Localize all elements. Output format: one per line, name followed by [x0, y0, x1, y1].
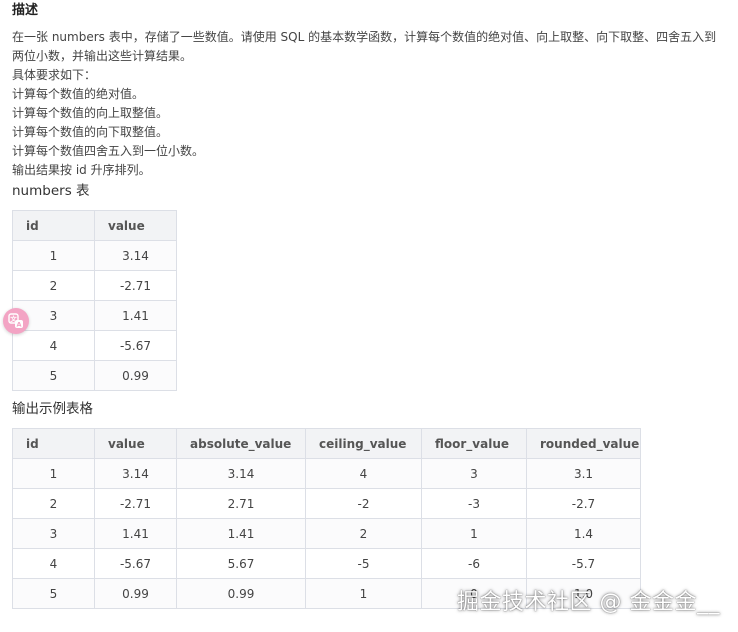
cell-rounded-value: -5.7: [526, 548, 641, 579]
output-table: id value absolute_value ceiling_value fl…: [12, 428, 641, 609]
cell-value: -2.71: [94, 270, 177, 301]
column-header-id: id: [12, 210, 95, 241]
table-header-row: id value absolute_value ceiling_value fl…: [12, 428, 641, 459]
cell-floor-value: 3: [421, 458, 527, 489]
svg-text:A: A: [16, 321, 21, 329]
table-header-row: id value: [12, 210, 177, 241]
table-row: 3 1.41 1.41 2 1 1.4: [12, 518, 641, 549]
cell-ceiling-value: 4: [305, 458, 422, 489]
requirement-item: 计算每个数值四舍五入到一位小数。: [12, 144, 205, 158]
cell-absolute-value: 1.41: [176, 518, 306, 549]
column-header-rounded-value: rounded_value: [526, 428, 641, 459]
cell-ceiling-value: 1: [305, 578, 422, 609]
cell-id: 1: [12, 458, 95, 489]
cell-value: 0.99: [94, 360, 177, 391]
table-row: 1 3.14 3.14 4 3 3.1: [12, 458, 641, 489]
cell-ceiling-value: -2: [305, 488, 422, 519]
watermark-text: 掘金技术社区 @ 金金金__: [457, 590, 720, 615]
column-header-value: value: [94, 210, 177, 241]
requirement-item: 计算每个数值的绝对值。: [12, 87, 145, 101]
cell-id: 4: [12, 330, 95, 361]
column-header-id: id: [12, 428, 95, 459]
table-row: 4 -5.67 5.67 -5 -6 -5.7: [12, 548, 641, 579]
table-row: 5 0.99: [12, 360, 177, 391]
requirement-item: 输出结果按 id 升序排列。: [12, 163, 151, 177]
cell-value: 3.14: [94, 458, 177, 489]
cell-id: 2: [12, 270, 95, 301]
description-body: 在一张 numbers 表中，存储了一些数值。请使用 SQL 的基本数学函数，计…: [12, 28, 728, 180]
cell-id: 4: [12, 548, 95, 579]
problem-description: 描述 在一张 numbers 表中，存储了一些数值。请使用 SQL 的基本数学函…: [12, 0, 732, 609]
column-header-value: value: [94, 428, 177, 459]
cell-value: 1.41: [94, 518, 177, 549]
table-row: 3 1.41: [12, 300, 177, 331]
column-header-floor-value: floor_value: [421, 428, 527, 459]
cell-value: -5.67: [94, 548, 177, 579]
table-row: 1 3.14: [12, 240, 177, 271]
cell-value: 0.99: [94, 578, 177, 609]
cell-value: -5.67: [94, 330, 177, 361]
cell-rounded-value: 1.4: [526, 518, 641, 549]
table-row: 2 -2.71 2.71 -2 -3 -2.7: [12, 488, 641, 519]
cell-absolute-value: 5.67: [176, 548, 306, 579]
cell-value: 3.14: [94, 240, 177, 271]
cell-id: 1: [12, 240, 95, 271]
section-heading: 描述: [12, 3, 39, 18]
cell-rounded-value: 3.1: [526, 458, 641, 489]
requirement-item: 计算每个数值的向下取整值。: [12, 125, 169, 139]
cell-id: 5: [12, 360, 95, 391]
cell-ceiling-value: -5: [305, 548, 422, 579]
column-header-absolute-value: absolute_value: [176, 428, 306, 459]
numbers-table-title: numbers 表: [12, 183, 90, 199]
numbers-table: id value 1 3.14 2 -2.71 3 1.41 4 -5.67 5: [12, 210, 177, 391]
cell-absolute-value: 2.71: [176, 488, 306, 519]
output-table-title: 输出示例表格: [12, 401, 93, 417]
table-row: 4 -5.67: [12, 330, 177, 361]
translate-button[interactable]: 文 A: [3, 308, 29, 334]
cell-id: 2: [12, 488, 95, 519]
cell-ceiling-value: 2: [305, 518, 422, 549]
cell-floor-value: 1: [421, 518, 527, 549]
cell-absolute-value: 0.99: [176, 578, 306, 609]
translate-icon: 文 A: [8, 313, 24, 329]
cell-value: 1.41: [94, 300, 177, 331]
cell-id: 3: [12, 518, 95, 549]
cell-id: 5: [12, 578, 95, 609]
cell-rounded-value: -2.7: [526, 488, 641, 519]
cell-value: -2.71: [94, 488, 177, 519]
column-header-ceiling-value: ceiling_value: [305, 428, 422, 459]
requirement-item: 计算每个数值的向上取整值。: [12, 106, 169, 120]
requirements-title: 具体要求如下：: [12, 68, 97, 82]
table-row: 2 -2.71: [12, 270, 177, 301]
cell-absolute-value: 3.14: [176, 458, 306, 489]
cell-floor-value: -3: [421, 488, 527, 519]
intro-text: 在一张 numbers 表中，存储了一些数值。请使用 SQL 的基本数学函数，计…: [12, 30, 717, 63]
cell-floor-value: -6: [421, 548, 527, 579]
